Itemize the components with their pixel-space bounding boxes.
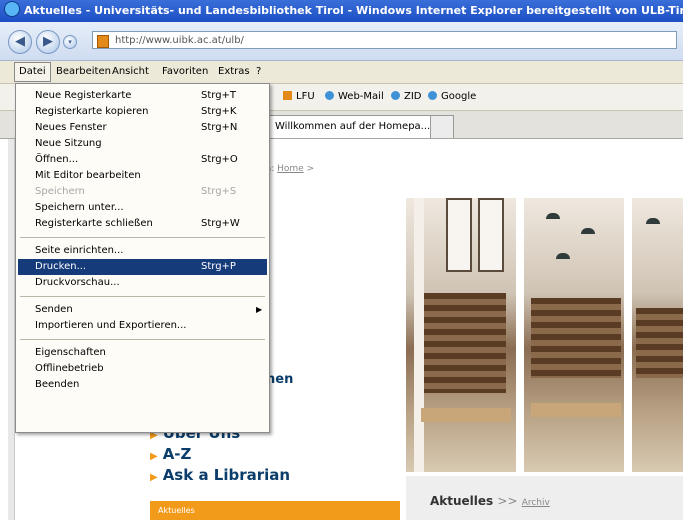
link-ask-a-librarian[interactable]: ▶ Ask a Librarian (150, 466, 290, 487)
quick-links: ▶ Über Uns ▶ A-Z ▶ Ask a Librarian (150, 424, 290, 487)
address-input[interactable]: http://www.uibk.ac.at/ulb/ (92, 31, 677, 49)
breadcrumb: in: Home > (263, 164, 315, 174)
window-title-bar: Aktuelles - Universitäts- und Landesbibl… (0, 0, 683, 22)
menu-item-send[interactable]: Senden ▶ (18, 302, 267, 318)
menu-item-new-tab[interactable]: Neue Registerkarte Strg+T (18, 88, 267, 104)
aktuelles-heading: Aktuelles >> Archiv (430, 494, 550, 508)
favorite-web-mail[interactable]: Web-Mail (325, 90, 384, 104)
page-link-fragment[interactable]: hen (266, 372, 293, 387)
address-url: http://www.uibk.ac.at/ulb/ (115, 35, 244, 46)
ie-logo-icon (4, 1, 20, 17)
menu-separator (20, 339, 265, 340)
forward-button[interactable]: ▶ (36, 30, 60, 54)
site-favicon-icon (97, 35, 109, 48)
menu-item-save-as[interactable]: Speichern unter... (18, 200, 267, 216)
menu-extras[interactable]: Extras (214, 61, 254, 83)
menu-datei[interactable]: Datei (14, 62, 51, 82)
menu-separator (20, 296, 265, 297)
menu-item-duplicate-tab[interactable]: Registerkarte kopieren Strg+K (18, 104, 267, 120)
window-title: Aktuelles - Universitäts- und Landesbibl… (24, 4, 683, 17)
menu-item-new-window[interactable]: Neues Fenster Strg+N (18, 120, 267, 136)
menu-item-new-session[interactable]: Neue Sitzung (18, 136, 267, 152)
menu-item-close-tab[interactable]: Registerkarte schließen Strg+W (18, 216, 267, 232)
menu-item-open[interactable]: Öffnen... Strg+O (18, 152, 267, 168)
menu-item-exit[interactable]: Beenden (18, 377, 267, 393)
menu-item-page-setup[interactable]: Seite einrichten... (18, 243, 267, 259)
favorite-lfu[interactable]: LFU (283, 90, 315, 104)
link-a-z[interactable]: ▶ A-Z (150, 445, 290, 466)
breadcrumb-home-link[interactable]: Home (277, 164, 304, 174)
menu-item-save: Speichern Strg+S (35, 186, 237, 197)
aktuelles-orange-bar: Aktuelles (150, 501, 400, 520)
left-frame-border (8, 139, 15, 520)
file-menu-dropdown: Neue Registerkarte Strg+T Registerkarte k… (15, 83, 270, 433)
menu-favoriten[interactable]: Favoriten (158, 61, 212, 83)
library-reading-room-photo (406, 198, 683, 472)
menu-separator (20, 237, 265, 238)
menu-item-print[interactable]: Drucken... Strg+P (18, 259, 267, 275)
menu-item-print-preview[interactable]: Druckvorschau... (18, 275, 267, 291)
menu-bar: Datei Bearbeiten Ansicht Favoriten Extra… (0, 61, 683, 84)
new-tab-button[interactable] (430, 115, 454, 138)
navigation-bar: ◀ ▶ ▾ http://www.uibk.ac.at/ulb/ (0, 22, 683, 61)
favorite-zid[interactable]: ZID (391, 90, 422, 104)
menu-ansicht[interactable]: Ansicht (108, 61, 153, 83)
favorite-google[interactable]: Google (428, 90, 476, 104)
menu-bearbeiten[interactable]: Bearbeiten (52, 61, 115, 83)
ie-page-icon (391, 91, 400, 100)
ie-page-icon (325, 91, 334, 100)
submenu-arrow-icon: ▶ (256, 305, 263, 314)
back-button[interactable]: ◀ (8, 30, 32, 54)
archiv-link[interactable]: Archiv (522, 498, 550, 508)
tab-homepage[interactable]: Willkommen auf der Homepa... (268, 115, 438, 138)
history-dropdown-button[interactable]: ▾ (63, 35, 77, 49)
menu-item-edit-with-editor[interactable]: Mit Editor bearbeiten (18, 168, 267, 184)
lfu-icon (283, 91, 292, 100)
menu-help[interactable]: ? (252, 61, 265, 83)
menu-item-properties[interactable]: Eigenschaften (18, 345, 267, 361)
menu-item-import-export[interactable]: Importieren und Exportieren... (18, 318, 267, 334)
ie-page-icon (428, 91, 437, 100)
menu-item-work-offline[interactable]: Offlinebetrieb (18, 361, 267, 377)
